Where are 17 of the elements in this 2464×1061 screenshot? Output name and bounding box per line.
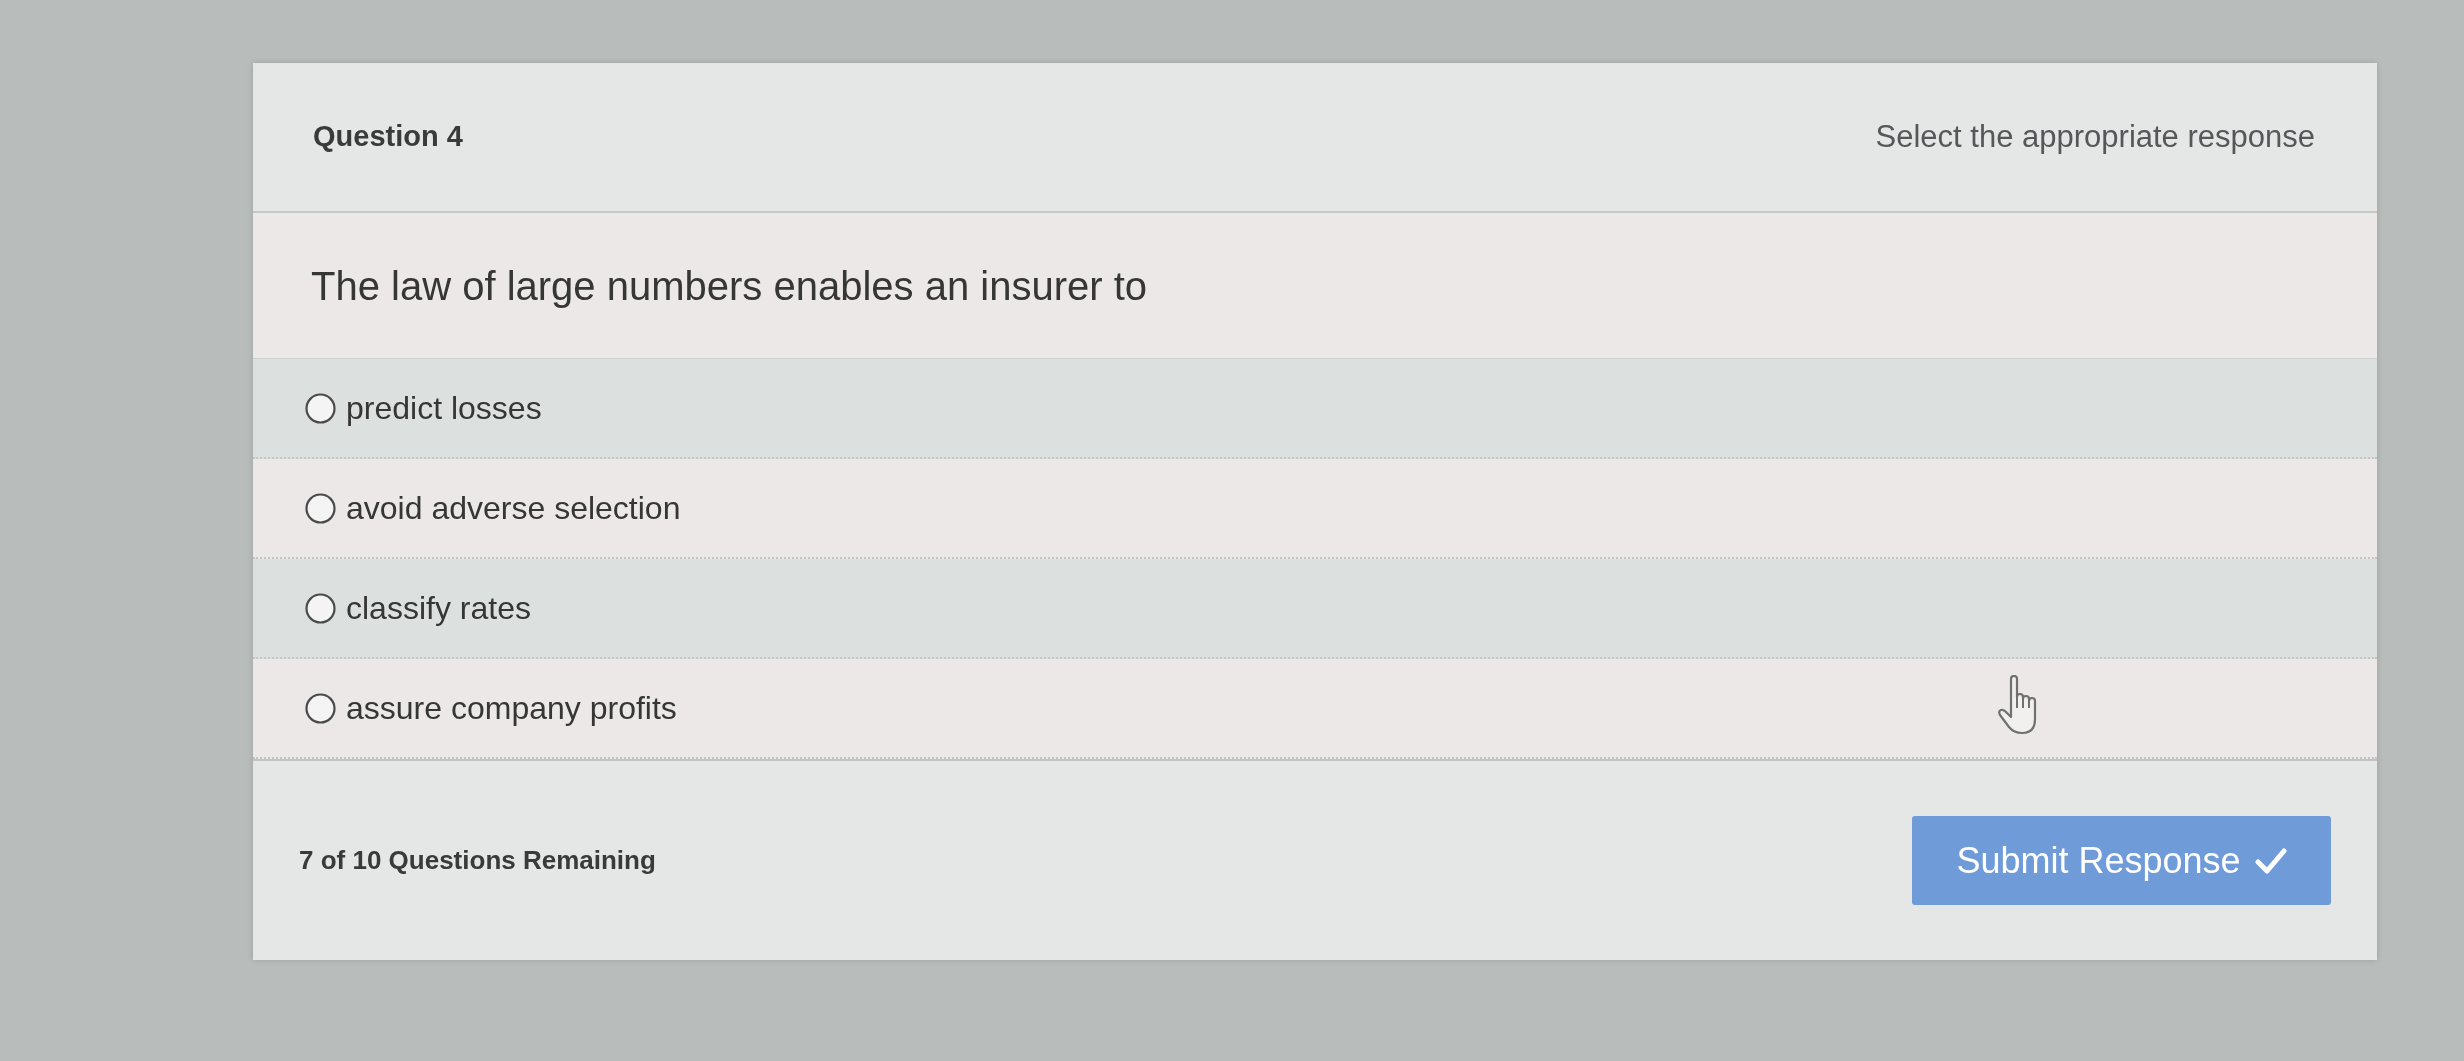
instruction-text: Select the appropriate response	[1875, 117, 2315, 156]
answer-option[interactable]: avoid adverse selection	[253, 459, 2377, 559]
option-label: predict losses	[346, 389, 542, 428]
answer-option[interactable]: classify rates	[253, 559, 2377, 659]
radio-button[interactable]	[305, 492, 336, 524]
checkmark-icon	[2254, 847, 2287, 874]
option-label: assure company profits	[346, 689, 677, 728]
option-label: avoid adverse selection	[346, 489, 681, 528]
radio-button[interactable]	[305, 392, 336, 424]
radio-button[interactable]	[305, 692, 336, 724]
question-text: The law of large numbers enables an insurer to	[311, 262, 1147, 310]
option-label: classify rates	[346, 589, 531, 628]
answer-option[interactable]: assure company profits	[253, 659, 2377, 759]
radio-button[interactable]	[305, 592, 336, 624]
question-number: Question 4	[313, 119, 463, 155]
answer-option[interactable]: predict losses	[253, 359, 2377, 459]
questions-remaining: 7 of 10 Questions Remaining	[299, 844, 656, 877]
